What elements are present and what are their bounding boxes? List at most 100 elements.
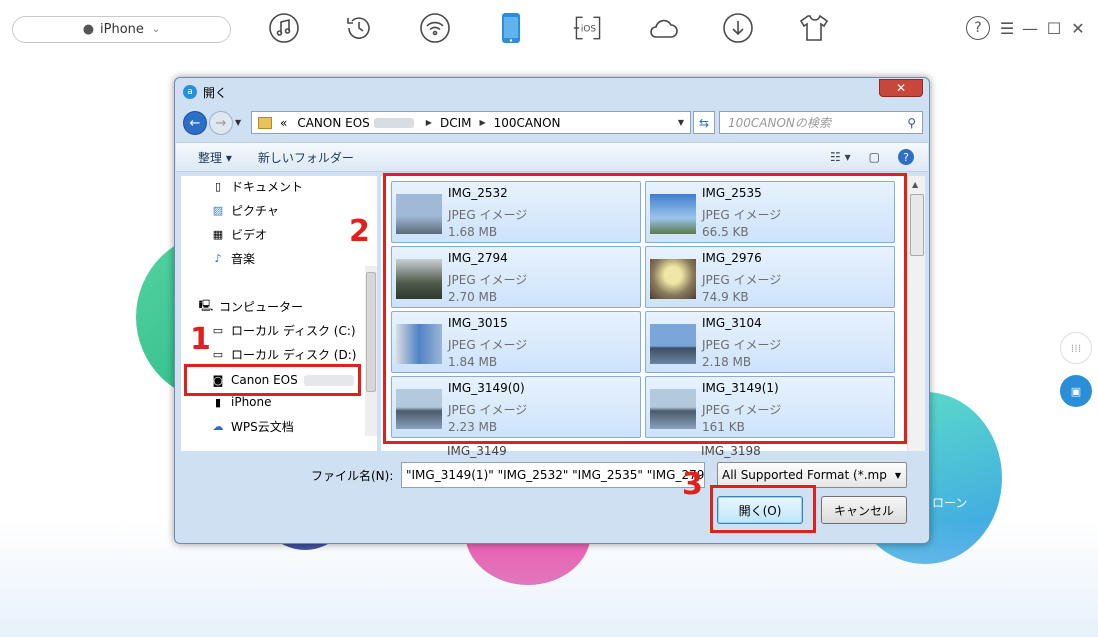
address-prefix: « [280, 115, 288, 130]
arrow-right-icon: → [215, 115, 227, 131]
file-size: 1.68 MB [448, 225, 498, 239]
disk-d-icon: ▭ [212, 347, 224, 361]
forward-button[interactable]: → [209, 111, 233, 135]
file-size: 66.5 KB [702, 225, 749, 239]
preview-pane-icon[interactable]: ▢ [869, 150, 880, 164]
svg-text:iOS: iOS [581, 25, 596, 35]
file-size: 74.9 KB [702, 290, 749, 304]
back-button[interactable]: ← [183, 111, 207, 135]
help-icon: ? [974, 20, 982, 36]
music-button[interactable] [267, 11, 301, 45]
menu-button[interactable]: ☰ [997, 18, 1017, 38]
file-tile[interactable]: IMG_3015 JPEG イメージ 1.84 MB [391, 311, 641, 373]
dialog-toolbar: 整理 ▾ 新しいフォルダー ☷ ▾ ▢ ? [176, 142, 928, 172]
view-options-icon[interactable]: ☷ ▾ [830, 150, 851, 164]
file-type: JPEG イメージ [448, 273, 528, 287]
file-type: JPEG イメージ [702, 273, 782, 287]
nav-scrollbar[interactable] [365, 266, 377, 436]
navigation-pane: ▯ ドキュメント ▨ ピクチャ ▦ ビデオ ♪ 音楽 🖳 コンピューター ▭ ローカル ディ… [181, 176, 377, 451]
close-button[interactable]: ✕ [1068, 18, 1088, 38]
thumbnail-image [396, 259, 442, 299]
nav-item-iphone[interactable]: ▮ iPhone [211, 392, 272, 412]
file-type-value: All Supported Format (*.mp [722, 468, 887, 482]
annotation-number-2: 2 [349, 214, 370, 249]
app-window: ローン ⁞⁞⁞ ▣ ● iPhone ⌄ iOS ? ☰ — ☐ ✕ a 開く … [0, 0, 1098, 637]
document-icon: ▯ [214, 179, 222, 193]
navigation-row: ← → ▼ « CANON EOS ▶ DCIM ▶ 100CANON ▼ ⇆ … [181, 110, 923, 136]
annotation-number-1: 1 [190, 322, 211, 357]
refresh-button[interactable]: ⇆ [693, 111, 715, 134]
file-type: JPEG イメージ [448, 403, 528, 417]
file-tile[interactable]: IMG_2976 JPEG イメージ 74.9 KB [645, 246, 895, 308]
toolbox-button[interactable]: ▣ [1060, 375, 1092, 407]
filename-label: ファイル名(N): [311, 469, 394, 483]
dialog-title: 開く [203, 85, 228, 100]
grid-view-button[interactable]: ⁞⁞⁞ [1060, 332, 1092, 364]
recent-locations-button[interactable]: ▼ [235, 118, 241, 127]
nav-item-videos[interactable]: ▦ ビデオ [211, 224, 267, 244]
file-tile[interactable]: IMG_3104 JPEG イメージ 2.18 MB [645, 311, 895, 373]
file-tile[interactable]: IMG_3149(0) JPEG イメージ 2.23 MB [391, 376, 641, 438]
nav-item-canon-eos[interactable]: ◙ Canon EOS [211, 370, 354, 390]
maximize-button[interactable]: ☐ [1044, 18, 1064, 38]
nav-item-computer[interactable]: 🖳 コンピューター [199, 296, 303, 316]
thumbnail-image [650, 259, 696, 299]
file-size: 2.18 MB [702, 355, 752, 369]
nav-item-disk-d[interactable]: ▭ ローカル ディスク (D:) [211, 344, 357, 364]
breadcrumb-arrow-icon[interactable]: ▶ [479, 118, 485, 127]
help-icon[interactable]: ? [898, 149, 914, 165]
file-tile[interactable]: IMG_2794 JPEG イメージ 2.70 MB [391, 246, 641, 308]
download-button[interactable] [721, 11, 755, 45]
device-selector[interactable]: ● iPhone ⌄ [12, 16, 231, 43]
search-icon[interactable]: ⚲ [907, 116, 916, 130]
file-type: JPEG イメージ [702, 338, 782, 352]
file-name: IMG_2976 [702, 251, 762, 265]
dialog-close-button[interactable]: ✕ [879, 79, 923, 97]
organize-menu[interactable]: 整理 ▾ [198, 149, 232, 166]
scroll-up-icon[interactable]: ▲ [912, 180, 918, 189]
apple-icon: ● [82, 22, 95, 37]
refresh-icon: ⇆ [698, 115, 710, 130]
chevron-down-icon: ⌄ [151, 24, 161, 35]
thumbnail-image [396, 389, 442, 429]
nav-item-documents[interactable]: ▯ ドキュメント [211, 176, 303, 196]
history-button[interactable] [342, 11, 376, 45]
dialog-titlebar: a 開く [175, 78, 929, 106]
breadcrumb-segment[interactable]: DCIM [440, 116, 472, 130]
minimize-button[interactable]: — [1020, 18, 1040, 38]
help-button[interactable]: ? [966, 16, 990, 40]
iphone-icon: ▮ [214, 395, 222, 409]
wifi-button[interactable] [418, 11, 452, 45]
cancel-button[interactable]: キャンセル [821, 496, 907, 524]
thumbnail-image [650, 194, 696, 234]
file-tile[interactable]: IMG_3149(1) JPEG イメージ 161 KB [645, 376, 895, 438]
nav-item-wps-cloud[interactable]: ☁ WPS云文档 [211, 416, 294, 436]
new-folder-button[interactable]: 新しいフォルダー [258, 149, 354, 166]
file-size: 161 KB [702, 420, 745, 434]
search-input[interactable]: 100CANONの検索 ⚲ [719, 111, 923, 134]
scroll-thumb[interactable] [910, 194, 924, 256]
chevron-down-icon[interactable]: ▼ [678, 118, 684, 127]
ios-button[interactable]: iOS [570, 11, 606, 45]
ringtone-button[interactable] [797, 11, 831, 45]
cloud-button[interactable] [646, 11, 680, 45]
file-tile[interactable]: IMG_2535 JPEG イメージ 66.5 KB [645, 181, 895, 243]
file-list-scrollbar[interactable]: ▲ [907, 176, 925, 451]
phone-icon [502, 13, 520, 43]
breadcrumb-segment[interactable]: CANON EOS [297, 116, 369, 130]
file-type-select[interactable]: All Supported Format (*.mp ▼ [717, 462, 907, 488]
nav-item-music[interactable]: ♪ 音楽 [211, 248, 255, 268]
nav-item-pictures[interactable]: ▨ ピクチャ [211, 200, 279, 220]
breadcrumb-arrow-icon[interactable]: ▶ [426, 118, 432, 127]
file-tile[interactable]: IMG_2532 JPEG イメージ 1.68 MB [391, 181, 641, 243]
address-bar[interactable]: « CANON EOS ▶ DCIM ▶ 100CANON ▼ [251, 111, 691, 134]
filename-input[interactable]: "IMG_3149(1)" "IMG_2532" "IMG_2535" "IMG… [401, 462, 705, 488]
file-name: IMG_2794 [448, 251, 508, 265]
toolbox-icon: ▣ [1070, 384, 1082, 398]
scroll-thumb[interactable] [366, 272, 376, 392]
open-button[interactable]: 開く(O) [717, 496, 803, 524]
nav-item-disk-c[interactable]: ▭ ローカル ディスク (C:) [211, 320, 356, 340]
phone-button[interactable] [494, 11, 528, 45]
breadcrumb-segment[interactable]: 100CANON [494, 116, 561, 130]
file-name: IMG_3149(0) [448, 381, 525, 395]
